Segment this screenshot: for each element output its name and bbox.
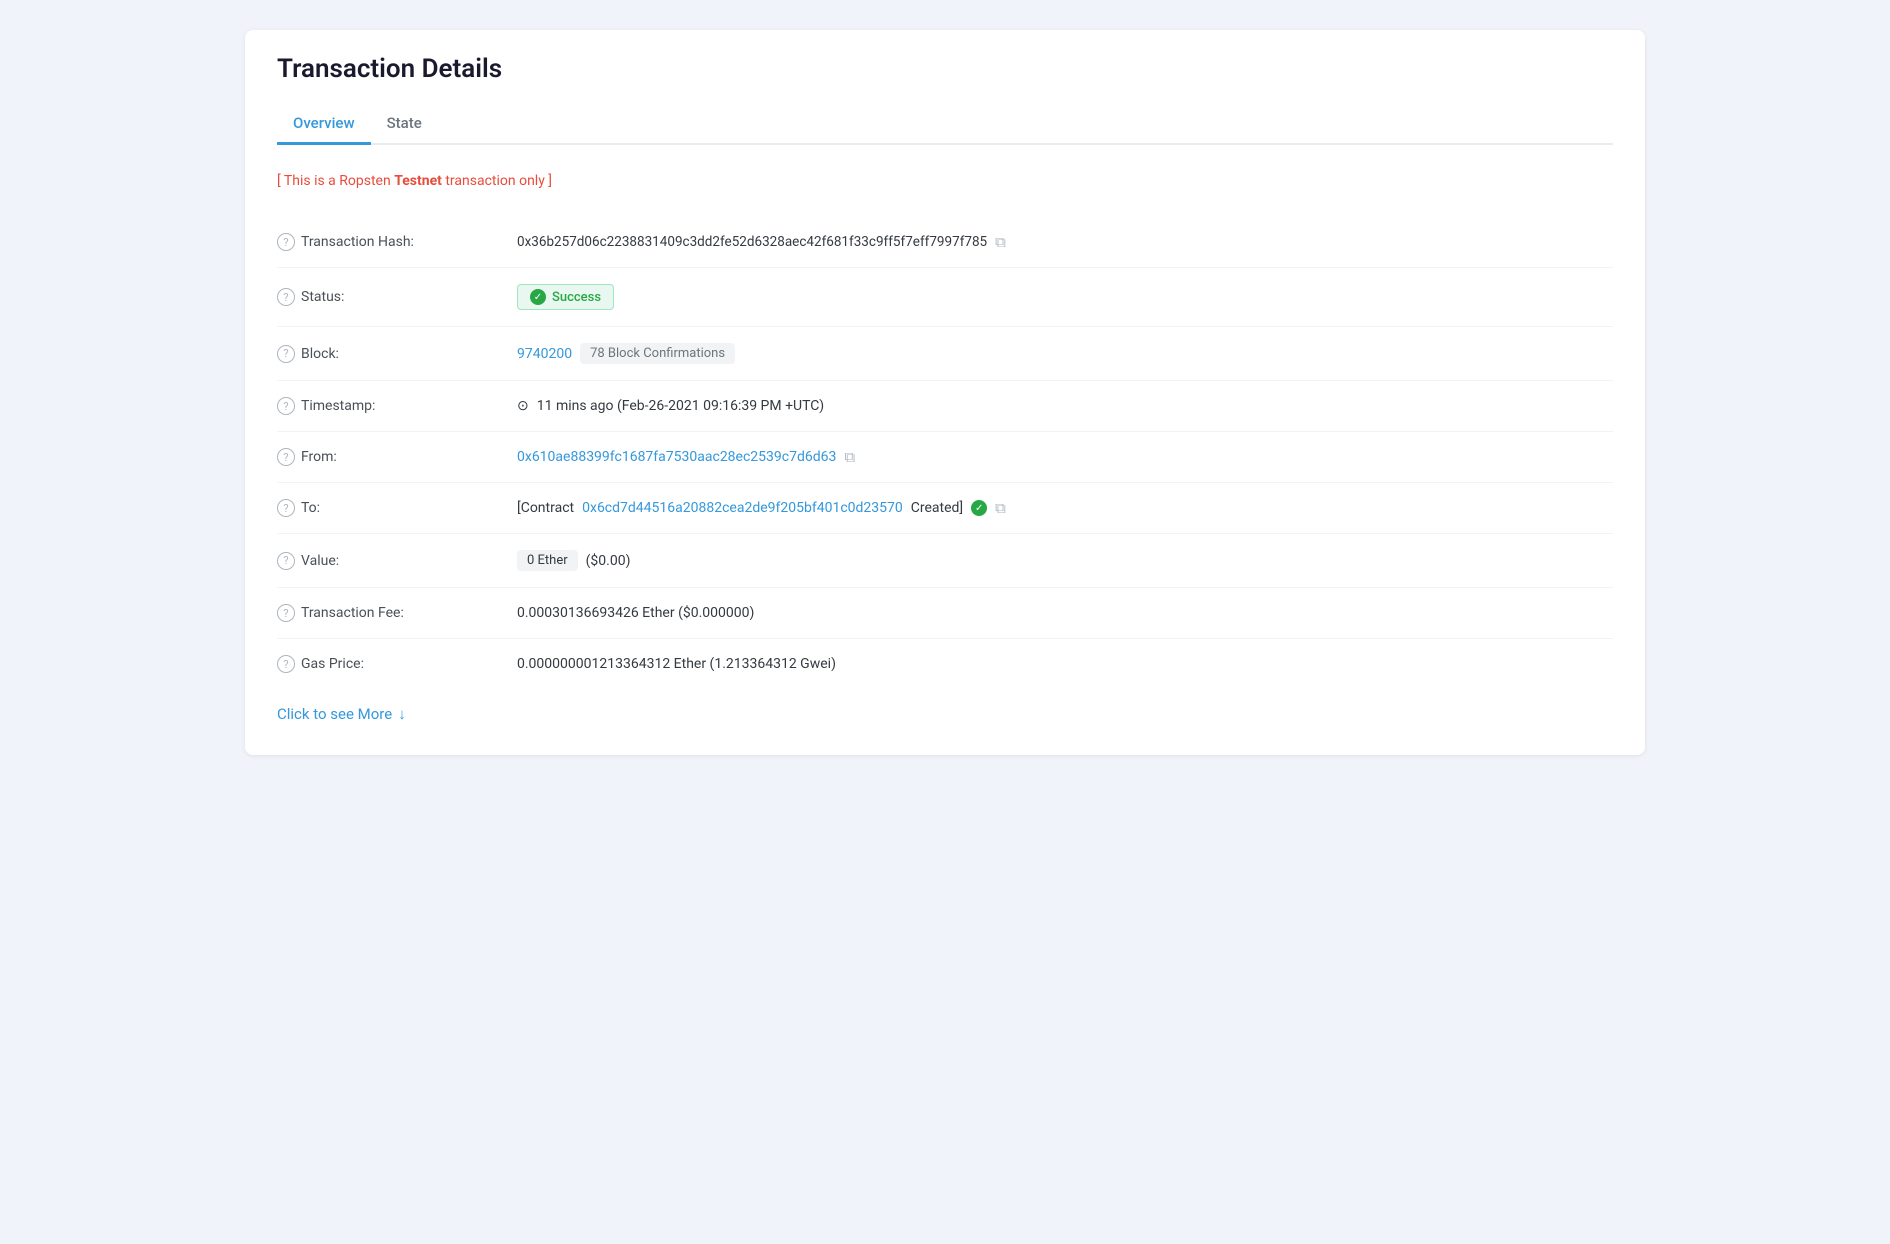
tx-fee-label: ? Transaction Fee: [277, 604, 497, 622]
testnet-banner: [ This is a Ropsten Testnet transaction … [277, 165, 1613, 197]
value-label: ? Value: [277, 552, 497, 570]
status-value: ✓ Success [517, 284, 1613, 310]
row-to: ? To: [Contract 0x6cd7d44516a20882cea2de… [277, 483, 1613, 534]
to-contract-link[interactable]: 0x6cd7d44516a20882cea2de9f205bf401c0d235… [582, 500, 903, 516]
click-to-see-more-link[interactable]: Click to see More ↓ [277, 705, 406, 723]
from-address-link[interactable]: 0x610ae88399fc1687fa7530aac28ec2539c7d6d… [517, 449, 836, 465]
gas-price-label: ? Gas Price: [277, 655, 497, 673]
row-from: ? From: 0x610ae88399fc1687fa7530aac28ec2… [277, 432, 1613, 483]
gas-price-value: 0.000000001213364312 Ether (1.213364312 … [517, 656, 1613, 672]
to-copy-icon[interactable]: ⧉ [995, 499, 1006, 517]
tx-hash-help-icon[interactable]: ? [277, 233, 295, 251]
tx-fee-help-icon[interactable]: ? [277, 604, 295, 622]
block-value: 9740200 78 Block Confirmations [517, 343, 1613, 364]
tx-hash-label: ? Transaction Hash: [277, 233, 497, 251]
clock-icon: ⊙ [517, 398, 529, 414]
from-copy-icon[interactable]: ⧉ [844, 448, 855, 466]
row-transaction-fee: ? Transaction Fee: 0.00030136693426 Ethe… [277, 588, 1613, 639]
block-number-link[interactable]: 9740200 [517, 346, 572, 362]
from-label: ? From: [277, 448, 497, 466]
block-label: ? Block: [277, 345, 497, 363]
to-label: ? To: [277, 499, 497, 517]
value-help-icon[interactable]: ? [277, 552, 295, 570]
row-timestamp: ? Timestamp: ⊙ 11 mins ago (Feb-26-2021 … [277, 381, 1613, 432]
row-block: ? Block: 9740200 78 Block Confirmations [277, 327, 1613, 381]
tx-fee-value: 0.00030136693426 Ether ($0.000000) [517, 605, 1613, 621]
tab-state[interactable]: State [371, 104, 438, 145]
row-transaction-hash: ? Transaction Hash: 0x36b257d06c22388314… [277, 217, 1613, 268]
tab-overview[interactable]: Overview [277, 104, 371, 145]
to-help-icon[interactable]: ? [277, 499, 295, 517]
page-title: Transaction Details [277, 54, 1613, 84]
status-label: ? Status: [277, 288, 497, 306]
row-value: ? Value: 0 Ether ($0.00) [277, 534, 1613, 588]
arrow-down-icon: ↓ [398, 705, 406, 723]
from-value: 0x610ae88399fc1687fa7530aac28ec2539c7d6d… [517, 448, 1613, 466]
status-check-icon: ✓ [530, 289, 546, 305]
gas-price-help-icon[interactable]: ? [277, 655, 295, 673]
timestamp-help-icon[interactable]: ? [277, 397, 295, 415]
block-help-icon[interactable]: ? [277, 345, 295, 363]
timestamp-label: ? Timestamp: [277, 397, 497, 415]
tab-bar: Overview State [277, 104, 1613, 145]
timestamp-value: ⊙ 11 mins ago (Feb-26-2021 09:16:39 PM +… [517, 398, 1613, 414]
status-badge: ✓ Success [517, 284, 614, 310]
transaction-details-card: Transaction Details Overview State [ Thi… [245, 30, 1645, 755]
block-confirmations-badge: 78 Block Confirmations [580, 343, 735, 364]
tx-hash-value: 0x36b257d06c2238831409c3dd2fe52d6328aec4… [517, 233, 1613, 251]
row-status: ? Status: ✓ Success [277, 268, 1613, 327]
status-help-icon[interactable]: ? [277, 288, 295, 306]
value-content: 0 Ether ($0.00) [517, 550, 1613, 571]
contract-created-check-icon: ✓ [971, 500, 987, 516]
to-value: [Contract 0x6cd7d44516a20882cea2de9f205b… [517, 499, 1613, 517]
ether-value-badge: 0 Ether [517, 550, 578, 571]
row-gas-price: ? Gas Price: 0.000000001213364312 Ether … [277, 639, 1613, 689]
from-help-icon[interactable]: ? [277, 448, 295, 466]
tx-hash-copy-icon[interactable]: ⧉ [995, 233, 1006, 251]
